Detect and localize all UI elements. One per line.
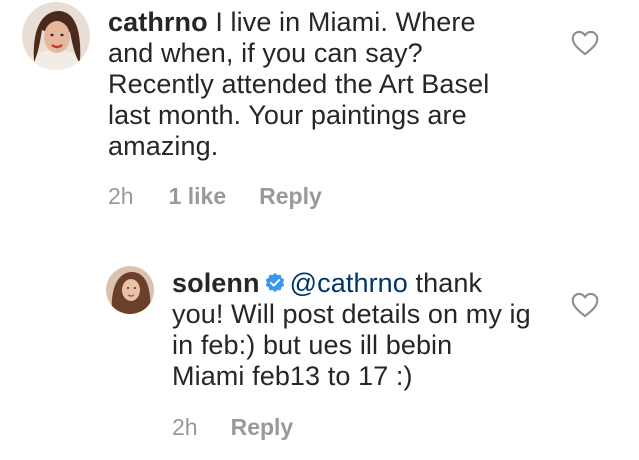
comment-meta: 2h Reply [172, 414, 293, 441]
reply-button[interactable]: Reply [259, 183, 322, 210]
heart-outline-icon[interactable] [571, 30, 599, 56]
comment-username[interactable]: solenn [172, 268, 260, 298]
avatar-solenn[interactable] [106, 266, 154, 314]
heart-outline-icon[interactable] [571, 292, 599, 318]
avatar-cathrno[interactable] [22, 2, 90, 70]
like-count[interactable]: 1 like [169, 183, 227, 210]
reply-button[interactable]: Reply [231, 414, 294, 441]
comment-body: cathrno I live in Miami. Where and when,… [108, 7, 528, 162]
comment-timestamp: 2h [108, 183, 134, 209]
comment-meta: 2h 1 like Reply [108, 183, 322, 210]
mention-link[interactable]: @cathrno [290, 268, 408, 298]
reply-body: solenn @cathrno thank you! Will post det… [172, 268, 532, 392]
comment-timestamp: 2h [172, 414, 198, 440]
comment-username[interactable]: cathrno [108, 7, 208, 37]
verified-badge-icon [265, 272, 284, 293]
